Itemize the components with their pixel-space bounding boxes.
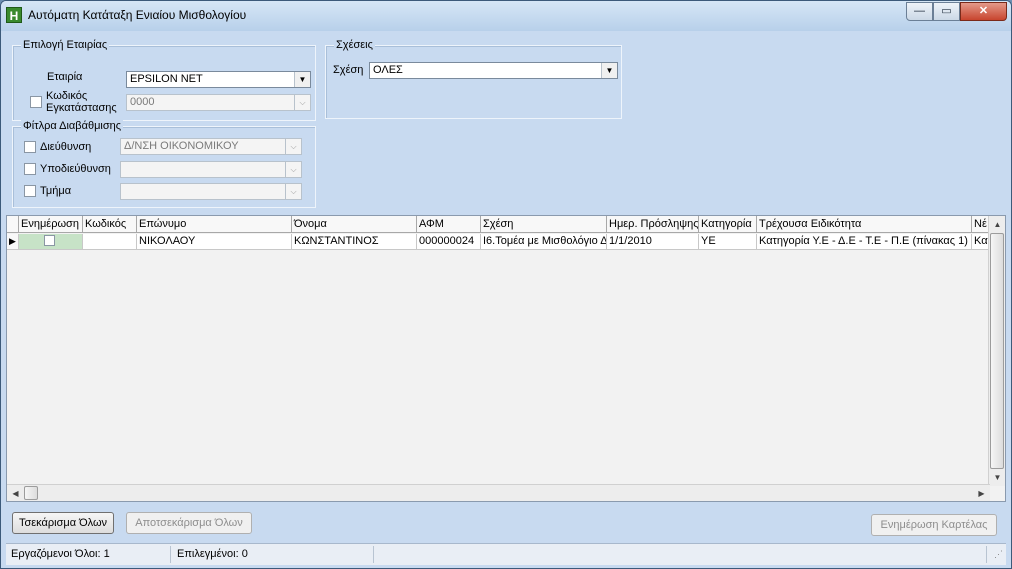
company-combo[interactable]: EPSILON NET ▼ bbox=[126, 71, 311, 88]
install-code-label-line1: Κωδικός bbox=[46, 90, 88, 102]
app-icon: H bbox=[6, 7, 22, 23]
chevron-down-icon[interactable]: ⌵ bbox=[285, 162, 301, 177]
department-combo[interactable]: ⌵ bbox=[120, 183, 302, 200]
status-processed: Εργαζόμενοι Όλοι: 1 bbox=[8, 546, 171, 563]
client-area: Επιλογή Εταιρίας Εταιρία EPSILON NET ▼ Κ… bbox=[6, 31, 1006, 565]
table-row-name[interactable]: ΚΩΝΣΤΑΝΤΙΝΟΣ bbox=[292, 234, 417, 250]
column-header-update[interactable]: Ενημέρωση bbox=[19, 216, 83, 233]
direction-value: Δ/ΝΣΗ ΟΙΚΟΝΟΜΙΚΟΥ bbox=[124, 140, 239, 152]
install-code-combo[interactable]: 0000 ⌵ bbox=[126, 94, 311, 111]
resize-grip-icon[interactable]: ⋰ bbox=[991, 546, 1004, 563]
window-title: Αυτόματη Κατάταξη Ενιαίου Μισθολογίου bbox=[28, 8, 247, 22]
uncheck-all-button[interactable]: Αποτσεκάρισμα Όλων bbox=[126, 512, 252, 534]
title-bar[interactable]: H Αυτόματη Κατάταξη Ενιαίου Μισθολογίου … bbox=[1, 1, 1011, 31]
column-header-afm[interactable]: ΑΦΜ bbox=[417, 216, 481, 233]
column-header-hire-date[interactable]: Ημερ. Πρόσληψης bbox=[607, 216, 699, 233]
relation-value: ΟΛΕΣ bbox=[373, 64, 403, 76]
filter-group-title: Φίτλρα Διαβάθμισης bbox=[21, 120, 124, 132]
main-window: H Αυτόματη Κατάταξη Ενιαίου Μισθολογίου … bbox=[0, 0, 1012, 569]
scroll-down-icon[interactable]: ▼ bbox=[989, 469, 1005, 486]
department-label: Τμήμα bbox=[40, 185, 72, 197]
employees-grid[interactable]: Ενημέρωση Κωδικός Επώνυμο Όνομα ΑΦΜ Σχέσ… bbox=[6, 215, 1006, 502]
department-checkbox[interactable] bbox=[24, 185, 36, 197]
column-header-category[interactable]: Κατηγορία bbox=[699, 216, 757, 233]
chevron-down-icon[interactable]: ⌵ bbox=[285, 184, 301, 199]
status-bar: Εργαζόμενοι Όλοι: 1 Επιλεγμένοι: 0 ⋰ bbox=[6, 543, 1006, 565]
scroll-left-icon[interactable]: ◀ bbox=[7, 485, 24, 501]
scroll-right-icon[interactable]: ▶ bbox=[973, 485, 990, 501]
row-indicator-header bbox=[7, 216, 19, 233]
company-combo-value: EPSILON NET bbox=[130, 73, 203, 85]
table-row-code[interactable] bbox=[83, 234, 137, 250]
status-empty-panel bbox=[377, 546, 987, 563]
table-row-relation[interactable]: Ι6.Τομέα με Μισθολόγιο Δ bbox=[481, 234, 607, 250]
status-selected: Επιλεγμένοι: 0 bbox=[174, 546, 374, 563]
vertical-scrollbar[interactable]: ▲ ▼ bbox=[988, 216, 1005, 486]
column-header-surname[interactable]: Επώνυμο bbox=[137, 216, 292, 233]
subdirection-combo[interactable]: ⌵ bbox=[120, 161, 302, 178]
update-cards-button[interactable]: Ενημέρωση Καρτέλας bbox=[871, 514, 997, 536]
column-header-relation[interactable]: Σχέση bbox=[481, 216, 607, 233]
vertical-scroll-thumb[interactable] bbox=[990, 233, 1004, 469]
current-row-indicator-icon: ▶ bbox=[7, 234, 19, 250]
table-row-surname[interactable]: ΝΙΚΟΛΑΟΥ bbox=[137, 234, 292, 250]
chevron-down-icon[interactable]: ▼ bbox=[294, 72, 310, 87]
relations-group: Σχέσεις Σχέση ΟΛΕΣ ▼ bbox=[325, 39, 622, 119]
row-update-checkbox[interactable] bbox=[44, 235, 55, 246]
table-row-afm[interactable]: 000000024 bbox=[417, 234, 481, 250]
chevron-down-icon[interactable]: ▼ bbox=[601, 63, 617, 78]
scroll-up-icon[interactable]: ▲ bbox=[989, 216, 1005, 233]
relations-group-title: Σχέσεις bbox=[334, 39, 375, 51]
table-row-category[interactable]: ΥΕ bbox=[699, 234, 757, 250]
relation-combo[interactable]: ΟΛΕΣ ▼ bbox=[369, 62, 618, 79]
table-row-specialty[interactable]: Κατηγορία Υ.Ε - Δ.Ε - Τ.Ε - Π.Ε (πίνακας… bbox=[757, 234, 972, 250]
chevron-down-icon[interactable]: ⌵ bbox=[294, 95, 310, 110]
relation-label: Σχέση bbox=[333, 64, 364, 76]
check-all-button[interactable]: Τσεκάρισμα Όλων bbox=[12, 512, 114, 534]
chevron-down-icon[interactable]: ⌵ bbox=[285, 139, 301, 154]
company-group-title: Επιλογή Εταιρίας bbox=[21, 39, 110, 51]
minimize-button[interactable]: — bbox=[906, 2, 933, 21]
company-label: Εταιρία bbox=[47, 71, 83, 83]
table-row-hire-date[interactable]: 1/1/2010 bbox=[607, 234, 699, 250]
direction-combo[interactable]: Δ/ΝΣΗ ΟΙΚΟΝΟΜΙΚΟΥ ⌵ bbox=[120, 138, 302, 155]
filter-group: Φίτλρα Διαβάθμισης Διεύθυνση Δ/ΝΣΗ ΟΙΚΟΝ… bbox=[12, 120, 316, 208]
column-header-specialty[interactable]: Τρέχουσα Ειδικότητα bbox=[757, 216, 972, 233]
install-code-checkbox[interactable] bbox=[30, 96, 42, 108]
column-header-code[interactable]: Κωδικός bbox=[83, 216, 137, 233]
horizontal-scrollbar[interactable]: ◀ ▶ bbox=[7, 484, 990, 501]
table-row-update-cell[interactable] bbox=[19, 234, 83, 250]
subdirection-label: Υποδιεύθυνση bbox=[40, 163, 111, 175]
maximize-button[interactable]: ▭ bbox=[933, 2, 960, 21]
subdirection-checkbox[interactable] bbox=[24, 163, 36, 175]
direction-label: Διεύθυνση bbox=[40, 141, 92, 153]
company-group: Επιλογή Εταιρίας Εταιρία EPSILON NET ▼ Κ… bbox=[12, 39, 316, 121]
close-button[interactable]: ✕ bbox=[960, 2, 1007, 21]
install-code-label: Κωδικός Εγκατάστασης bbox=[46, 90, 117, 114]
horizontal-scroll-thumb[interactable] bbox=[24, 486, 38, 500]
install-code-label-line2: Εγκατάστασης bbox=[46, 102, 117, 114]
direction-checkbox[interactable] bbox=[24, 141, 36, 153]
column-header-name[interactable]: Όνομα bbox=[292, 216, 417, 233]
install-code-value: 0000 bbox=[130, 96, 155, 108]
